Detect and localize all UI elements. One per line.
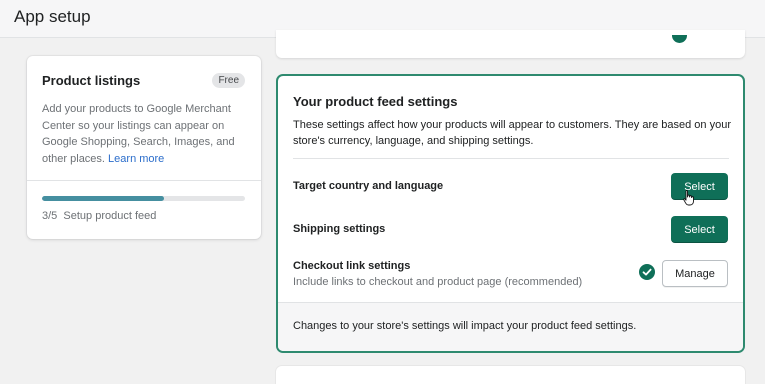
divider [293, 158, 729, 159]
shipping-settings-select-button[interactable]: Select [671, 216, 728, 243]
target-country-select-button[interactable]: Select [671, 173, 728, 200]
product-listings-card: Product listings Free Add your products … [27, 56, 261, 239]
free-badge: Free [212, 73, 245, 88]
product-feed-settings-card: Your product feed settings These setting… [276, 74, 745, 353]
pointer-cursor-icon [683, 190, 694, 206]
setup-progress-fill [42, 196, 164, 201]
check-circle-icon [672, 35, 687, 43]
divider [27, 180, 261, 181]
footer-note: Changes to your store's settings will im… [293, 320, 637, 332]
feed-settings-description: These settings affect how your products … [293, 119, 731, 147]
product-listings-title: Product listings [42, 73, 141, 88]
page-title: App setup [14, 7, 91, 26]
setup-progress-bar [42, 196, 245, 201]
feed-settings-title: Your product feed settings [293, 94, 458, 109]
setup-progress-text: 3/5 Setup product feed [42, 210, 157, 222]
check-circle-icon [639, 264, 655, 280]
feed-settings-footer: Changes to your store's settings will im… [278, 302, 743, 351]
checkout-link-sublabel: Include links to checkout and product pa… [293, 276, 583, 288]
learn-more-link[interactable]: Learn more [108, 153, 164, 165]
checkout-link-manage-button[interactable]: Manage [662, 260, 728, 287]
product-listings-description: Add your products to Google Merchant Cen… [42, 101, 247, 167]
target-country-label: Target country and language [293, 180, 444, 192]
previous-card [276, 30, 745, 58]
next-card [276, 366, 745, 384]
checkout-link-label: Checkout link settings [293, 260, 411, 272]
shipping-settings-label: Shipping settings [293, 223, 386, 235]
